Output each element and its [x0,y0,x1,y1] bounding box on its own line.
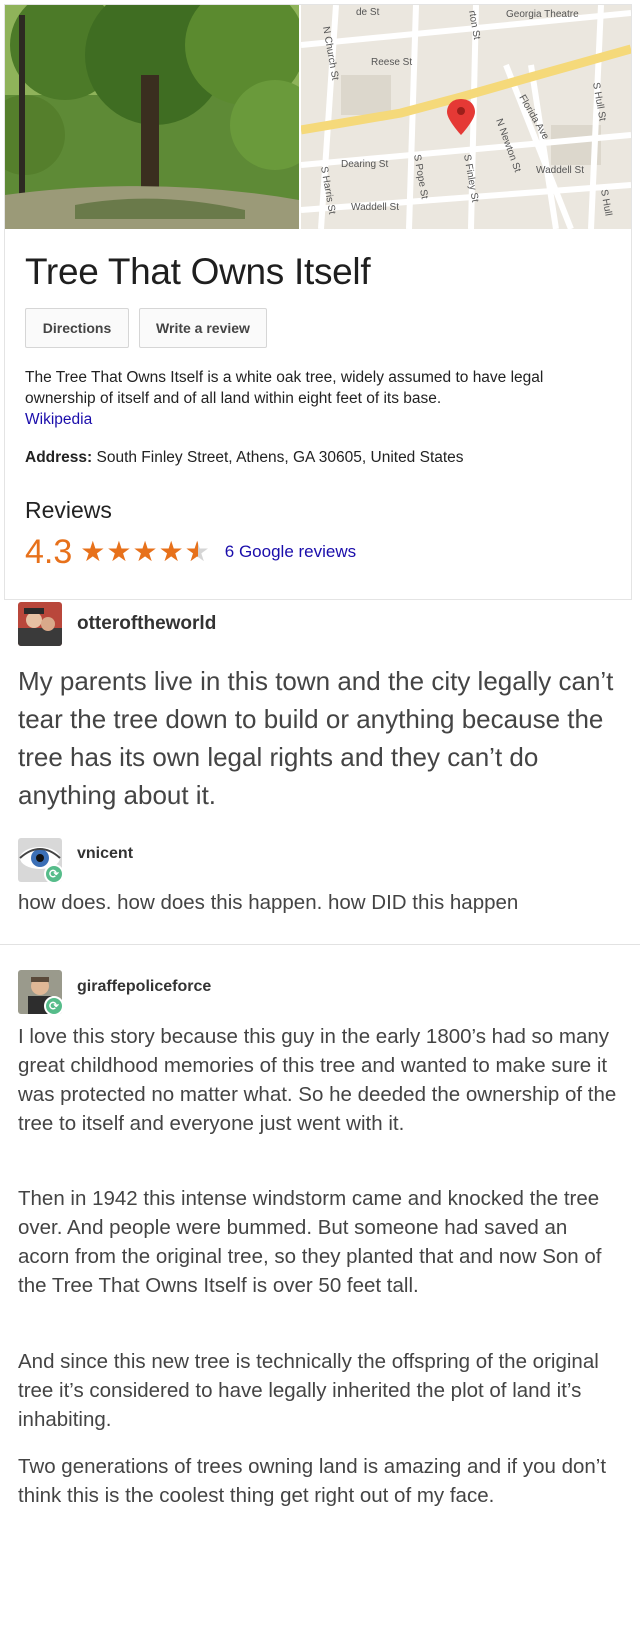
post-paragraph: Then in 1942 this intense windstorm came… [18,1187,602,1297]
rating-score: 4.3 [25,532,73,571]
google-reviews-link[interactable]: 6 Google reviews [225,542,356,562]
star-rating-icon: ★★★★★ [80,538,211,567]
place-address: Address: South Finley Street, Athens, GA… [25,449,464,467]
tree-photo[interactable] [5,5,299,229]
hero-images: Georgia Theatre de St N Church St Reese … [5,5,631,229]
post-paragraph: Two generations of trees owning land is … [18,1455,607,1507]
reblog-icon: ⟳ [44,996,64,1016]
address-label: Address: [25,449,93,466]
map-label: de St [356,7,380,18]
post-username[interactable]: vnicent [77,845,133,863]
map-label: Reese St [371,57,412,68]
reblog-icon: ⟳ [44,864,64,884]
place-description: The Tree That Owns Itself is a white oak… [25,367,605,430]
description-text: The Tree That Owns Itself is a white oak… [25,369,544,407]
address-value: South Finley Street, Athens, GA 30605, U… [92,449,464,466]
post-body: how does. how does this happen. how DID … [18,891,519,914]
map-label: Waddell St [351,202,399,213]
post-username[interactable]: giraffepoliceforce [77,978,211,996]
post-paragraph: And since this new tree is technically t… [18,1350,599,1431]
location-map[interactable]: Georgia Theatre de St N Church St Reese … [301,5,631,229]
knowledge-panel: Georgia Theatre de St N Church St Reese … [4,4,632,600]
map-label: Dearing St [341,159,388,170]
avatar[interactable] [18,602,62,646]
rating-row: 4.3 ★★★★★ 6 Google reviews [25,532,356,572]
post-divider [0,944,640,945]
directions-button[interactable]: Directions [25,308,129,348]
map-label: Georgia Theatre [506,9,579,20]
write-review-button[interactable]: Write a review [139,308,267,348]
map-label: Waddell St [536,165,584,176]
post-paragraph: I love this story because this guy in th… [18,1025,617,1135]
post-body: My parents live in this town and the cit… [18,666,614,810]
wikipedia-link[interactable]: Wikipedia [25,411,92,428]
place-title: Tree That Owns Itself [25,251,371,292]
reviews-heading: Reviews [25,497,112,523]
post-username[interactable]: otteroftheworld [77,613,216,635]
